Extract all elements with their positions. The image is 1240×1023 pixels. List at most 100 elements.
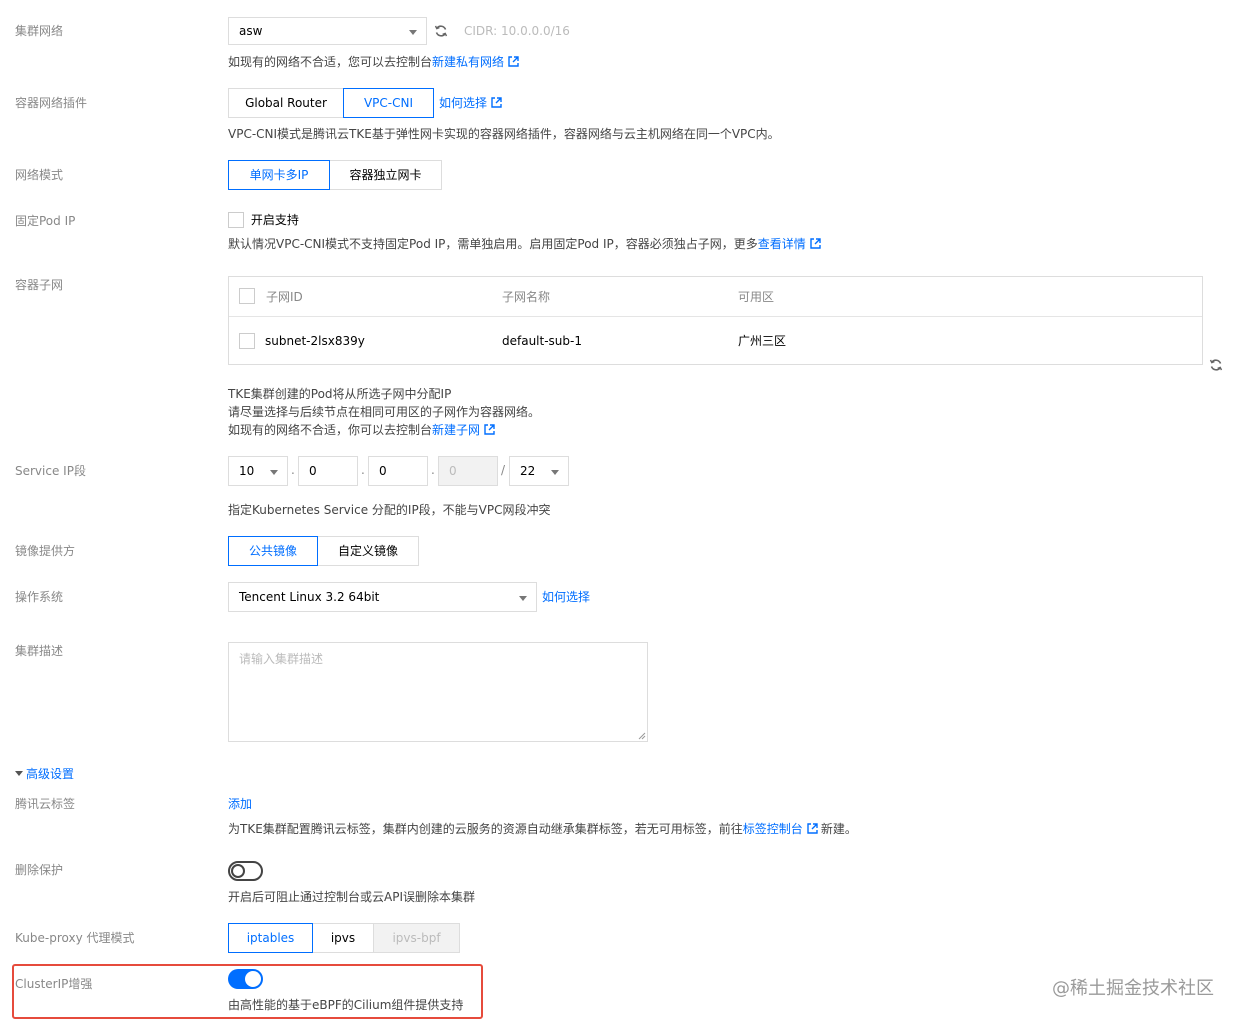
subnet-table: 子网ID 子网名称 可用区 subnet-2lsx839y default-su… xyxy=(228,276,1203,365)
ip-octet1-select[interactable]: 10 xyxy=(228,456,288,486)
cluster-network-desc: 如现有的网络不合适，您可以去控制台新建私有网络 xyxy=(228,53,519,71)
select-all-checkbox[interactable] xyxy=(239,288,255,304)
subnet-table-header: 子网ID 子网名称 可用区 xyxy=(229,277,1202,317)
plugin-how-choose: 如何选择 xyxy=(439,95,502,111)
delete-protect-label: 删除保护 xyxy=(15,863,64,877)
ip-mask-select[interactable]: 22 xyxy=(509,456,569,486)
service-ip-label: Service IP段 xyxy=(15,464,86,478)
external-link-icon xyxy=(508,56,519,67)
tags-desc-suffix: 新建。 xyxy=(820,822,857,836)
clusterip-toggle[interactable] xyxy=(228,969,263,989)
external-link-icon xyxy=(484,424,495,435)
network-mode-label: 网络模式 xyxy=(15,168,64,182)
resize-grip-icon[interactable] xyxy=(638,732,646,740)
option-vpc-cni[interactable]: VPC-CNI xyxy=(343,88,434,118)
cluster-desc-textarea[interactable]: 请输入集群描述 xyxy=(228,642,648,742)
ip-slash: / xyxy=(501,463,506,477)
ip-octet4-input: 0 xyxy=(438,456,498,486)
os-value: Tencent Linux 3.2 64bit xyxy=(239,590,380,604)
refresh-icon[interactable] xyxy=(434,24,448,38)
zone-cell: 广州三区 xyxy=(738,334,787,348)
option-ipvs-bpf: ipvs-bpf xyxy=(373,923,460,953)
ip-dot: . xyxy=(431,463,435,477)
network-mode-segment: 单网卡多IP 容器独立网卡 xyxy=(228,160,442,190)
subnet-desc-line3: 如现有的网络不合适，你可以去控制台新建子网 xyxy=(228,421,495,439)
new-subnet-link[interactable]: 新建子网 xyxy=(432,423,480,437)
watermark: @稀土掘金技术社区 xyxy=(1052,978,1214,999)
subnet-desc-line3-text: 如现有的网络不合适，你可以去控制台 xyxy=(228,423,433,437)
delete-protect-desc: 开启后可阻止通过控制台或云API误删除本集群 xyxy=(228,890,475,904)
column-zone: 可用区 xyxy=(738,290,775,304)
option-global-router[interactable]: Global Router xyxy=(228,88,344,118)
chevron-down-icon xyxy=(551,470,559,475)
subnet-id-cell: subnet-2lsx839y xyxy=(265,334,365,348)
how-choose-link[interactable]: 如何选择 xyxy=(439,96,487,110)
cluster-desc-label: 集群描述 xyxy=(15,644,64,658)
option-single-nic-multi-ip[interactable]: 单网卡多IP xyxy=(228,160,330,190)
fixed-pod-ip-checkbox[interactable] xyxy=(228,211,244,228)
external-link-icon xyxy=(491,97,502,108)
network-plugin-segment: Global Router VPC-CNI xyxy=(228,88,434,118)
service-ip-desc: 指定Kubernetes Service 分配的IP段，不能与VPC网段冲突 xyxy=(228,503,551,517)
tags-desc: 为TKE集群配置腾讯云标签，集群内创建的云服务的资源自动继承集群标签，若无可用标… xyxy=(228,820,857,838)
fixed-pod-ip-label: 固定Pod IP xyxy=(15,214,76,228)
tags-label: 腾讯云标签 xyxy=(15,797,76,811)
column-subnet-id: 子网ID xyxy=(266,290,303,304)
ip-dot: . xyxy=(361,463,365,477)
fixed-pod-ip-desc: 默认情况VPC-CNI模式不支持固定Pod IP，需单独启用。启用固定Pod I… xyxy=(228,235,821,253)
subnet-name-cell: default-sub-1 xyxy=(502,334,582,348)
cluster-network-value: asw xyxy=(239,24,263,38)
ip-mask-value: 22 xyxy=(520,464,536,478)
refresh-icon[interactable] xyxy=(1209,358,1223,372)
container-subnet-label: 容器子网 xyxy=(15,278,64,292)
image-provider-label: 镜像提供方 xyxy=(15,544,76,558)
cluster-network-desc-text: 如现有的网络不合适，您可以去控制台 xyxy=(228,55,433,69)
subnet-desc-line2: 请尽量选择与后续节点在相同可用区的子网作为容器网络。 xyxy=(228,405,541,419)
option-custom-image[interactable]: 自定义镜像 xyxy=(317,536,419,566)
clusterip-desc: 由高性能的基于eBPF的Cilium组件提供支持 xyxy=(228,998,464,1012)
subnet-desc-line1: TKE集群创建的Pod将从所选子网中分配IP xyxy=(228,387,452,401)
fixed-pod-ip-checkbox-row[interactable]: 开启支持 xyxy=(228,211,299,228)
ip-dot: . xyxy=(291,463,295,477)
column-subnet-name: 子网名称 xyxy=(502,290,551,304)
option-iptables[interactable]: iptables xyxy=(228,923,313,953)
add-tag-link[interactable]: 添加 xyxy=(228,796,252,812)
toggle-knob xyxy=(245,971,261,987)
network-plugin-label: 容器网络插件 xyxy=(15,96,88,110)
ip-octet1-value: 10 xyxy=(239,464,255,478)
chevron-down-icon xyxy=(519,596,527,601)
os-label: 操作系统 xyxy=(15,590,64,604)
delete-protect-toggle[interactable] xyxy=(228,861,263,881)
network-plugin-desc: VPC-CNI模式是腾讯云TKE基于弹性网卡实现的容器网络插件，容器网络与云主机… xyxy=(228,127,780,141)
kube-proxy-segment: iptables ipvs ipvs-bpf xyxy=(228,923,460,953)
external-link-icon xyxy=(810,238,821,249)
chevron-down-icon xyxy=(270,470,278,475)
option-ipvs[interactable]: ipvs xyxy=(312,923,374,953)
os-how-choose-link[interactable]: 如何选择 xyxy=(542,589,590,605)
advanced-settings-toggle[interactable]: 高级设置 xyxy=(15,766,74,782)
ip-octet3-input[interactable]: 0 xyxy=(368,456,428,486)
clusterip-label: ClusterIP增强 xyxy=(15,977,93,991)
chevron-down-icon xyxy=(409,30,417,35)
kube-proxy-label: Kube-proxy 代理模式 xyxy=(15,931,135,945)
row-checkbox[interactable] xyxy=(239,333,255,349)
cluster-network-label: 集群网络 xyxy=(15,24,64,38)
image-provider-segment: 公共镜像 自定义镜像 xyxy=(228,536,419,566)
caret-down-icon xyxy=(15,771,23,776)
cidr-text: CIDR: 10.0.0.0/16 xyxy=(464,24,570,38)
new-vpc-link[interactable]: 新建私有网络 xyxy=(432,55,504,69)
fixed-pod-ip-desc-text: 默认情况VPC-CNI模式不支持固定Pod IP，需单独启用。启用固定Pod I… xyxy=(228,237,758,251)
ip-octet2-input[interactable]: 0 xyxy=(298,456,358,486)
tags-desc-text: 为TKE集群配置腾讯云标签，集群内创建的云服务的资源自动继承集群标签，若无可用标… xyxy=(228,822,743,836)
os-select[interactable]: Tencent Linux 3.2 64bit xyxy=(228,582,537,612)
advanced-settings-label: 高级设置 xyxy=(26,767,75,781)
fixed-pod-ip-checkbox-label: 开启支持 xyxy=(250,213,299,227)
option-independent-nic[interactable]: 容器独立网卡 xyxy=(329,160,442,190)
toggle-knob xyxy=(231,864,245,878)
tag-console-link[interactable]: 标签控制台 xyxy=(743,822,803,836)
view-details-link[interactable]: 查看详情 xyxy=(758,237,806,251)
external-link-icon xyxy=(807,823,818,834)
cluster-desc-placeholder: 请输入集群描述 xyxy=(239,652,324,666)
option-public-image[interactable]: 公共镜像 xyxy=(228,536,318,566)
cluster-network-select[interactable]: asw xyxy=(228,17,427,45)
